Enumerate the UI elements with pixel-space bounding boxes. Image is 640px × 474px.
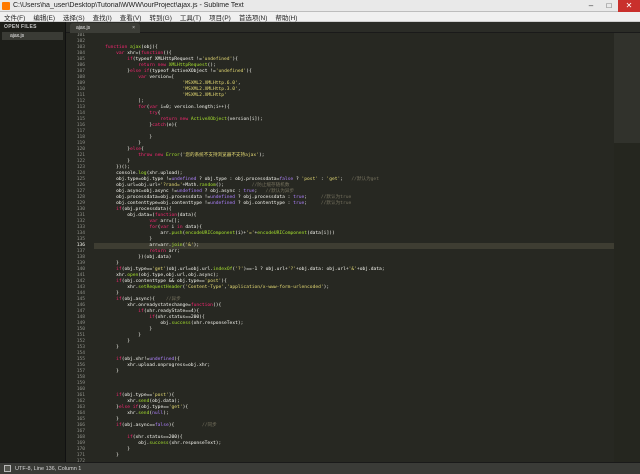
sidebar-file-ajax-js[interactable]: ajax.js — [2, 32, 63, 40]
line-number-gutter: 101 102 103 104 105 106 107 108 109 110 111 112 113 1… — [66, 33, 88, 462]
open-files-header: OPEN FILES — [4, 23, 37, 30]
window-controls: – □ ✕ — [582, 0, 640, 12]
menu-file[interactable]: 文件(F) — [4, 12, 25, 22]
menu-view[interactable]: 查看(V) — [120, 12, 142, 22]
window-title: C:\Users\ha_user\Desktop\Tutorial\WWW\ou… — [13, 2, 244, 9]
menu-goto[interactable]: 转到(G) — [149, 12, 171, 22]
sublime-text-window: C:\Users\ha_user\Desktop\Tutorial\WWW\ou… — [0, 0, 640, 474]
minimize-icon[interactable]: – — [582, 0, 600, 12]
minimap[interactable] — [614, 33, 640, 462]
tab-label: ajax.js — [76, 25, 91, 31]
title-bar: C:\Users\ha_user\Desktop\Tutorial\WWW\ou… — [0, 0, 640, 12]
panel-toggle-icon[interactable] — [4, 465, 11, 472]
menu-find[interactable]: 查找(I) — [93, 12, 112, 22]
maximize-icon[interactable]: □ — [600, 0, 618, 12]
status-text: UTF-8, Line 136, Column 1 — [15, 465, 82, 472]
sublime-app-icon — [2, 1, 10, 10]
menu-help[interactable]: 帮助(H) — [275, 12, 297, 22]
menu-selection[interactable]: 选择(S) — [63, 12, 85, 22]
menu-edit[interactable]: 编辑(E) — [33, 12, 55, 22]
tab-close-icon[interactable]: × — [132, 25, 135, 31]
menu-project[interactable]: 项目(P) — [209, 12, 231, 22]
sidebar: OPEN FILES ajax.js — [0, 22, 66, 462]
status-bar: UTF-8, Line 136, Column 1 — [0, 462, 640, 474]
code-editor[interactable]: 101 102 103 104 105 106 107 108 109 110 111 112 113 1… — [66, 33, 640, 462]
code-area[interactable]: function ajax(obj){ var xhr=(function(){… — [94, 33, 614, 462]
tab-ajax-js[interactable]: ajax.js × — [70, 23, 140, 33]
menu-bar: 文件(F) 编辑(E) 选择(S) 查找(I) 查看(V) 转到(G) 工具(T… — [0, 12, 640, 22]
close-icon[interactable]: ✕ — [618, 0, 640, 12]
menu-preferences[interactable]: 首选项(N) — [239, 12, 268, 22]
menu-tools[interactable]: 工具(T) — [180, 12, 201, 22]
minimap-viewport[interactable] — [614, 33, 640, 143]
tab-bar: ajax.js × — [66, 22, 640, 33]
